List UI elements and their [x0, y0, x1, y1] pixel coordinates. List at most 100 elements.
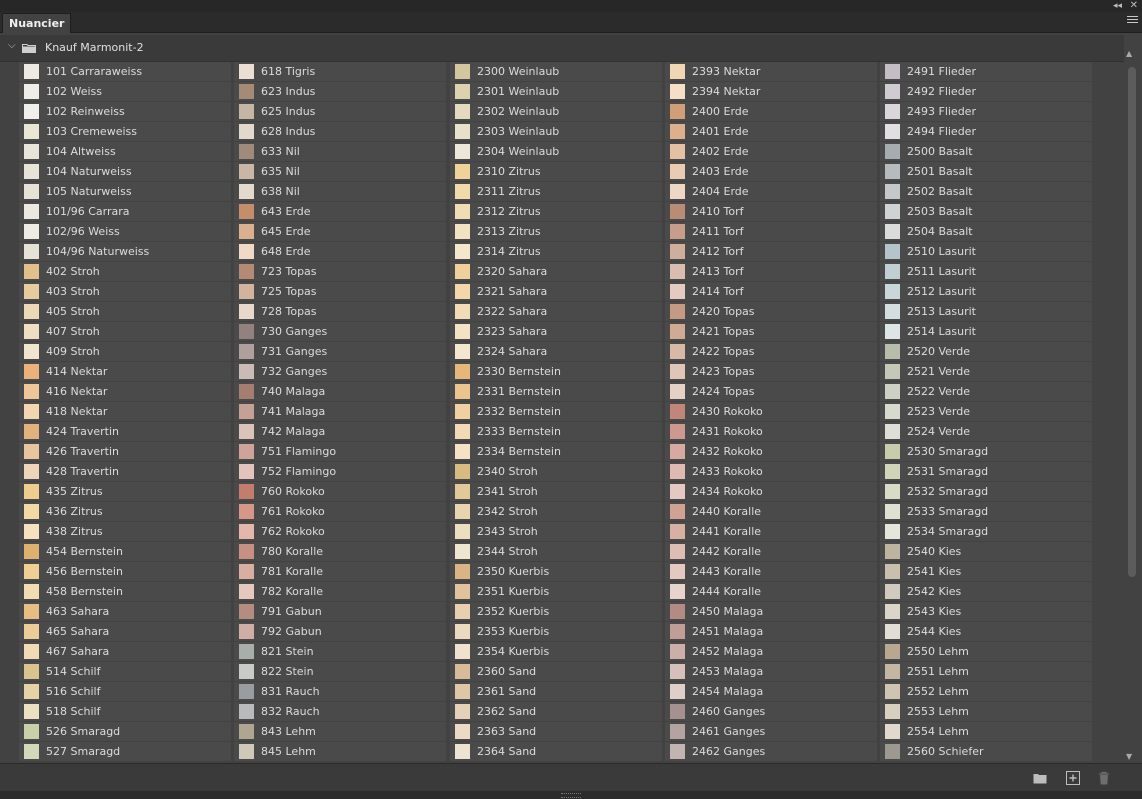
swatch-item[interactable]: 407 Stroh — [19, 322, 231, 341]
swatch-item[interactable]: 2532 Smaragd — [880, 482, 1092, 501]
swatch-item[interactable]: 645 Erde — [234, 222, 446, 241]
swatch-item[interactable]: 2362 Sand — [450, 702, 662, 721]
swatch-item[interactable]: 2400 Erde — [665, 102, 877, 121]
swatch-item[interactable]: 2344 Stroh — [450, 542, 662, 561]
swatch-item[interactable]: 2550 Lehm — [880, 642, 1092, 661]
swatch-item[interactable]: 792 Gabun — [234, 622, 446, 641]
swatch-item[interactable]: 2530 Smaragd — [880, 442, 1092, 461]
swatch-item[interactable]: 416 Nektar — [19, 382, 231, 401]
hamburger-menu-icon[interactable] — [1127, 16, 1138, 25]
swatch-item[interactable]: 2341 Stroh — [450, 482, 662, 501]
swatch-item[interactable]: 2393 Nektar — [665, 62, 877, 81]
new-swatch-icon[interactable] — [1065, 770, 1081, 786]
swatch-item[interactable]: 2342 Stroh — [450, 502, 662, 521]
double-chevron-left-icon[interactable]: ◂◂ — [1113, 1, 1122, 11]
swatch-item[interactable]: 780 Koralle — [234, 542, 446, 561]
swatch-item[interactable]: 2402 Erde — [665, 142, 877, 161]
swatch-item[interactable]: 105 Naturweiss — [19, 182, 231, 201]
swatch-item[interactable]: 428 Travertin — [19, 462, 231, 481]
swatch-item[interactable]: 2503 Basalt — [880, 202, 1092, 221]
swatch-item[interactable]: 2330 Bernstein — [450, 362, 662, 381]
swatch-item[interactable]: 2364 Sand — [450, 742, 662, 761]
swatch-item[interactable]: 2361 Sand — [450, 682, 662, 701]
swatch-item[interactable]: 2450 Malaga — [665, 602, 877, 621]
swatch-item[interactable]: 2433 Rokoko — [665, 462, 877, 481]
swatch-item[interactable]: 2351 Kuerbis — [450, 582, 662, 601]
swatch-item[interactable]: 731 Ganges — [234, 342, 446, 361]
swatch-item[interactable]: 728 Topas — [234, 302, 446, 321]
swatch-item[interactable]: 760 Rokoko — [234, 482, 446, 501]
swatch-item[interactable]: 2321 Sahara — [450, 282, 662, 301]
swatch-item[interactable]: 638 Nil — [234, 182, 446, 201]
swatch-item[interactable]: 2492 Flieder — [880, 82, 1092, 101]
swatch-item[interactable]: 2411 Torf — [665, 222, 877, 241]
swatch-item[interactable]: 2332 Bernstein — [450, 402, 662, 421]
swatch-item[interactable]: 2313 Zitrus — [450, 222, 662, 241]
swatch-item[interactable]: 426 Travertin — [19, 442, 231, 461]
swatch-item[interactable]: 514 Schilf — [19, 662, 231, 681]
swatch-item[interactable]: 723 Topas — [234, 262, 446, 281]
swatch-item[interactable]: 414 Nektar — [19, 362, 231, 381]
swatch-item[interactable]: 104 Altweiss — [19, 142, 231, 161]
swatch-item[interactable]: 2303 Weinlaub — [450, 122, 662, 141]
tab-nuancier[interactable]: Nuancier — [2, 13, 72, 33]
swatch-item[interactable]: 648 Erde — [234, 242, 446, 261]
swatch-item[interactable]: 2502 Basalt — [880, 182, 1092, 201]
swatch-item[interactable]: 463 Sahara — [19, 602, 231, 621]
swatch-item[interactable]: 418 Nektar — [19, 402, 231, 421]
swatch-item[interactable]: 643 Erde — [234, 202, 446, 221]
swatch-item[interactable]: 2512 Lasurit — [880, 282, 1092, 301]
swatch-item[interactable]: 2424 Topas — [665, 382, 877, 401]
swatch-item[interactable]: 2403 Erde — [665, 162, 877, 181]
swatch-item[interactable]: 2444 Koralle — [665, 582, 877, 601]
swatch-item[interactable]: 822 Stein — [234, 662, 446, 681]
swatch-item[interactable]: 438 Zitrus — [19, 522, 231, 541]
swatch-item[interactable]: 791 Gabun — [234, 602, 446, 621]
swatch-item[interactable]: 2331 Bernstein — [450, 382, 662, 401]
swatch-item[interactable]: 435 Zitrus — [19, 482, 231, 501]
swatch-item[interactable]: 2343 Stroh — [450, 522, 662, 541]
swatch-item[interactable]: 403 Stroh — [19, 282, 231, 301]
swatch-item[interactable]: 2462 Ganges — [665, 742, 877, 761]
swatch-item[interactable]: 2542 Kies — [880, 582, 1092, 601]
swatch-item[interactable]: 831 Rauch — [234, 682, 446, 701]
swatch-item[interactable]: 2452 Malaga — [665, 642, 877, 661]
swatch-item[interactable]: 741 Malaga — [234, 402, 446, 421]
swatch-item[interactable]: 2420 Topas — [665, 302, 877, 321]
swatch-item[interactable]: 2422 Topas — [665, 342, 877, 361]
swatch-item[interactable]: 101/96 Carrara — [19, 202, 231, 221]
swatch-item[interactable]: 2540 Kies — [880, 542, 1092, 561]
swatch-item[interactable]: 2363 Sand — [450, 722, 662, 741]
swatch-item[interactable]: 104 Naturweiss — [19, 162, 231, 181]
swatch-item[interactable]: 2534 Smaragd — [880, 522, 1092, 541]
swatch-item[interactable]: 518 Schilf — [19, 702, 231, 721]
swatch-item[interactable]: 2320 Sahara — [450, 262, 662, 281]
swatch-item[interactable]: 2312 Zitrus — [450, 202, 662, 221]
swatch-item[interactable]: 456 Bernstein — [19, 562, 231, 581]
swatch-item[interactable]: 2514 Lasurit — [880, 322, 1092, 341]
swatch-item[interactable]: 2453 Malaga — [665, 662, 877, 681]
swatch-item[interactable]: 2510 Lasurit — [880, 242, 1092, 261]
swatch-item[interactable]: 2440 Koralle — [665, 502, 877, 521]
swatch-item[interactable]: 2412 Torf — [665, 242, 877, 261]
swatch-item[interactable]: 740 Malaga — [234, 382, 446, 401]
swatch-item[interactable]: 752 Flamingo — [234, 462, 446, 481]
swatch-item[interactable]: 628 Indus — [234, 122, 446, 141]
swatch-item[interactable]: 2524 Verde — [880, 422, 1092, 441]
scrollbar-thumb[interactable] — [1128, 67, 1136, 577]
swatch-item[interactable]: 2504 Basalt — [880, 222, 1092, 241]
swatch-item[interactable]: 2553 Lehm — [880, 702, 1092, 721]
swatch-item[interactable]: 2434 Rokoko — [665, 482, 877, 501]
swatch-item[interactable]: 2432 Rokoko — [665, 442, 877, 461]
swatch-item[interactable]: 2334 Bernstein — [450, 442, 662, 461]
swatch-item[interactable]: 732 Ganges — [234, 362, 446, 381]
swatch-item[interactable]: 2352 Kuerbis — [450, 602, 662, 621]
swatch-item[interactable]: 2311 Zitrus — [450, 182, 662, 201]
chevron-down-icon[interactable]: ⌵ — [8, 40, 16, 51]
swatch-item[interactable]: 2461 Ganges — [665, 722, 877, 741]
swatch-item[interactable]: 2442 Koralle — [665, 542, 877, 561]
swatch-item[interactable]: 2523 Verde — [880, 402, 1092, 421]
swatch-item[interactable]: 2522 Verde — [880, 382, 1092, 401]
swatch-item[interactable]: 2353 Kuerbis — [450, 622, 662, 641]
swatch-item[interactable]: 2541 Kies — [880, 562, 1092, 581]
